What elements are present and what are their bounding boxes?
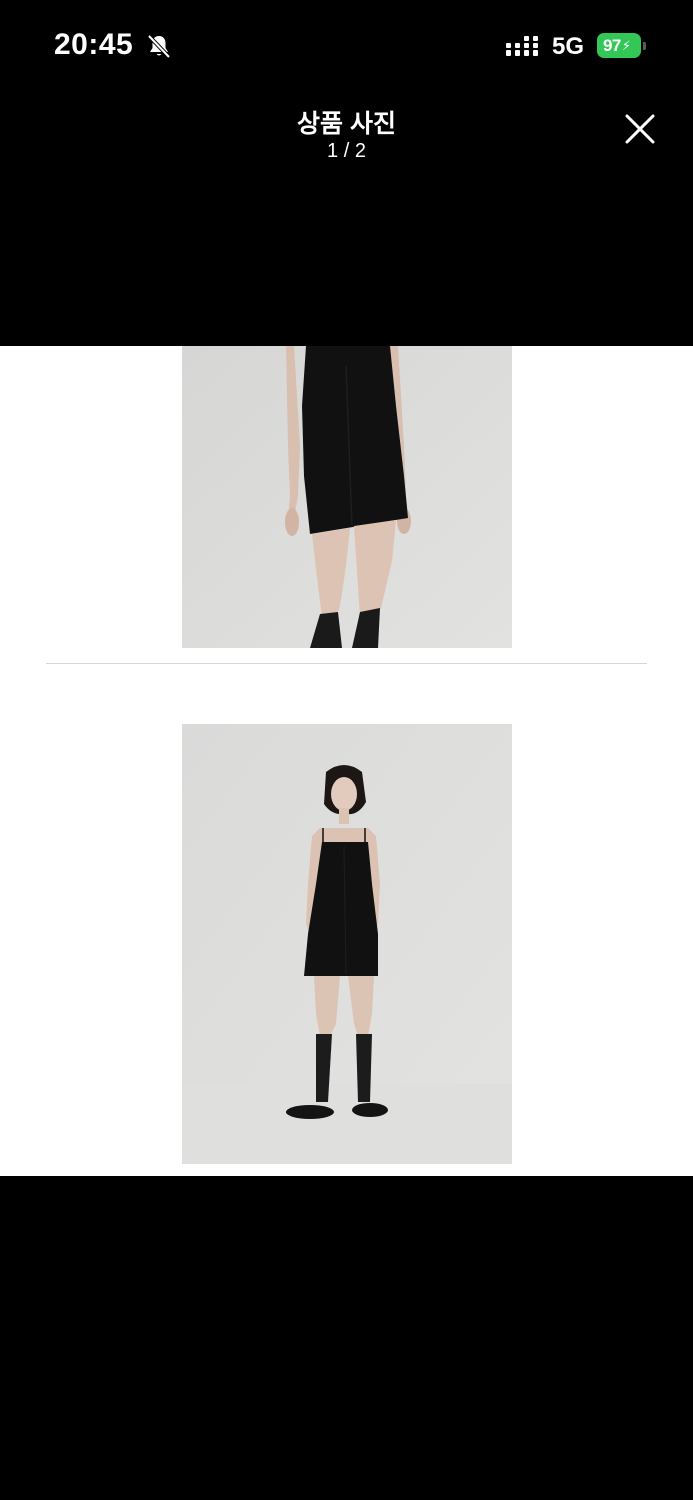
- battery-cap: [643, 42, 646, 50]
- battery-indicator: 97 ⚡: [597, 33, 641, 58]
- network-label: 5G: [552, 33, 585, 60]
- battery-charging-icon: ⚡: [621, 37, 632, 53]
- photo-counter: 1 / 2: [327, 140, 366, 162]
- product-photo-1: [182, 346, 512, 648]
- close-icon: [625, 114, 655, 144]
- battery-level: 97: [602, 35, 621, 55]
- photo-divider: [46, 663, 647, 664]
- product-photo-1-image: [182, 346, 512, 648]
- bell-off-icon: [147, 34, 171, 59]
- status-bar: 20:45 5G 97 ⚡: [0, 0, 693, 92]
- signal-icon: [506, 36, 538, 56]
- status-time: 20:45: [54, 28, 134, 61]
- viewer-header: 상품 사진 1 / 2: [0, 92, 693, 182]
- close-button[interactable]: [612, 108, 668, 150]
- product-photo-2: [182, 724, 512, 1164]
- photo-scroll-area[interactable]: [0, 346, 693, 1176]
- page-title: 상품 사진: [297, 110, 396, 138]
- photo-viewer-screen: 20:45 5G 97 ⚡ 상품 사진 1 / 2: [0, 0, 693, 1500]
- product-photo-2-image: [182, 724, 512, 1164]
